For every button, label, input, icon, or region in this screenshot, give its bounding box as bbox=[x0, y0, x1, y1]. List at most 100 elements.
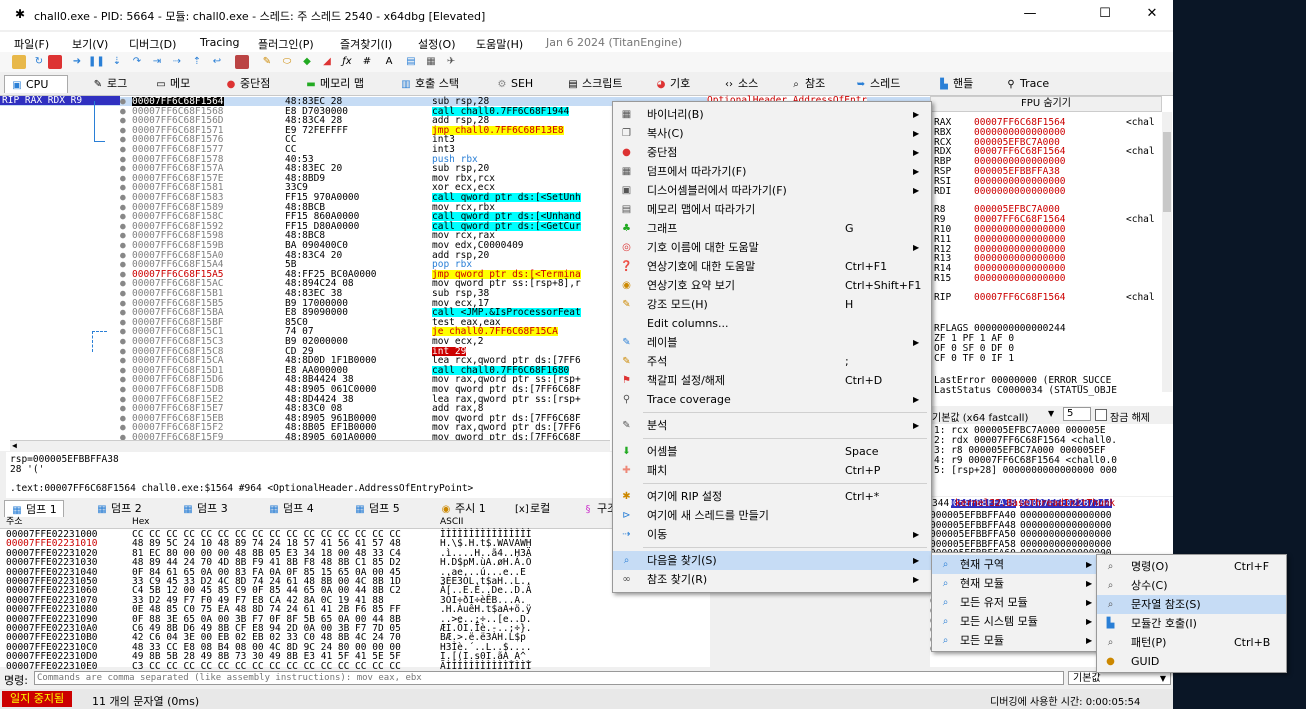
trace-into-icon[interactable]: ⇥ bbox=[150, 55, 164, 69]
context-menu-item[interactable]: ⌕ 다음을 찾기(S) ▶ bbox=[613, 551, 931, 570]
tab-notes[interactable]: ▭ 메모 bbox=[155, 75, 190, 93]
search-submenu-item[interactable]: ⌕ 현재 모듈 ▶ bbox=[932, 574, 1102, 593]
context-menu-item[interactable]: ▣ 디스어셈블러에서 따라가기(F) ▶ bbox=[613, 181, 931, 200]
registers-scroll-thumb[interactable] bbox=[1163, 132, 1171, 212]
string-search-submenu-item[interactable]: ⌕ 명령(O) Ctrl+F bbox=[1097, 557, 1286, 576]
tab-dump-5[interactable]: ▦ 덤프 5 bbox=[354, 500, 399, 518]
menu-view[interactable]: 보기(V) bbox=[72, 36, 108, 52]
menu-plugins[interactable]: 플러그인(P) bbox=[258, 36, 314, 52]
tab-dump-2[interactable]: ▦ 덤프 2 bbox=[96, 500, 141, 518]
tab-call-stack[interactable]: ▥ 호출 스택 bbox=[400, 75, 459, 93]
tab-trace[interactable]: ⚲ Trace bbox=[1005, 75, 1049, 93]
run-icon[interactable]: ➜ bbox=[70, 55, 84, 69]
context-menu-item[interactable]: Edit columns... bbox=[613, 314, 931, 333]
context-menu-item[interactable]: ▦ 바이너리(B) ▶ bbox=[613, 105, 931, 124]
run-to-user-icon[interactable]: ⇡ bbox=[190, 55, 204, 69]
tab-handles[interactable]: ▙ 핸들 bbox=[938, 75, 973, 93]
open-icon[interactable] bbox=[12, 55, 26, 69]
patches-icon[interactable] bbox=[235, 55, 249, 69]
context-menu-item[interactable]: ❐ 복사(C) ▶ bbox=[613, 124, 931, 143]
register-row[interactable]: RBP 0000000000000000 bbox=[930, 157, 1160, 167]
register-row[interactable]: RAX 00007FF6C68F1564 <chal bbox=[930, 118, 1160, 128]
dump-row[interactable]: 00007FFE022310D0 49 8B 5B 28 49 8B 73 30 … bbox=[0, 652, 710, 662]
comments-icon[interactable]: ✎ bbox=[260, 55, 274, 69]
context-menu-item[interactable]: ⬇ 어셈블 Space bbox=[613, 442, 931, 461]
context-menu-item[interactable]: ▤ 메모리 맵에서 따라가기 bbox=[613, 200, 931, 219]
horizontal-scrollbar[interactable]: ◀ bbox=[10, 440, 610, 451]
register-row[interactable]: R8 000005EFBC7A000 bbox=[930, 205, 1160, 215]
context-menu-item[interactable]: ◉ 연상기호 요약 보기 Ctrl+Shift+F1 bbox=[613, 276, 931, 295]
register-row[interactable]: R15 0000000000000000 bbox=[930, 274, 1160, 284]
stack-icon[interactable]: ▤ bbox=[404, 55, 418, 69]
context-menu-item[interactable]: ✎ 레이블 ▶ bbox=[613, 333, 931, 352]
context-menu-item[interactable]: ❓ 연상기호에 대한 도움말 Ctrl+F1 bbox=[613, 257, 931, 276]
register-row[interactable]: RCX 000005EFBC7A000 bbox=[930, 137, 1160, 147]
close-button[interactable]: ✕ bbox=[1142, 6, 1162, 24]
string-search-submenu-item[interactable]: ▙ 모듈간 호출(I) bbox=[1097, 614, 1286, 633]
string-search-submenu-item[interactable]: ⌕ 패턴(P) Ctrl+B bbox=[1097, 633, 1286, 652]
tab-cpu[interactable]: ▣ CPU bbox=[4, 75, 68, 93]
menu-file[interactable]: 파일(F) bbox=[14, 36, 49, 52]
menu-options[interactable]: 설정(O) bbox=[418, 36, 455, 52]
tab-symbols[interactable]: ◕ 기호 bbox=[655, 75, 691, 93]
search-submenu-item[interactable]: ⌕ 모든 유저 모듈 ▶ bbox=[932, 593, 1102, 612]
menu-help[interactable]: 도움말(H) bbox=[476, 36, 523, 52]
step-over-icon[interactable]: ↷ bbox=[130, 55, 144, 69]
fpu-toggle-button[interactable]: FPU 숨기기 bbox=[930, 96, 1162, 112]
log-icon[interactable]: ▦ bbox=[424, 55, 438, 69]
string-search-submenu-item[interactable]: ⌕ 문자열 참조(S) bbox=[1097, 595, 1286, 614]
register-row[interactable]: R11 0000000000000000 bbox=[930, 235, 1160, 245]
lock-checkbox[interactable] bbox=[1095, 409, 1107, 421]
minimize-button[interactable]: — bbox=[1020, 6, 1040, 24]
context-menu-item[interactable]: ✎ 주석; bbox=[613, 352, 931, 371]
context-menu-item[interactable]: ◎ 기호 이름에 대한 도움말 ▶ bbox=[613, 238, 931, 257]
functions-icon[interactable]: ◢ bbox=[320, 55, 334, 69]
tab-dump-4[interactable]: ▦ 덤프 4 bbox=[268, 500, 313, 518]
string-search-submenu-item[interactable]: ⌕ 상수(C) bbox=[1097, 576, 1286, 595]
tab-memory-map[interactable]: ▬ 메모리 맵 bbox=[305, 75, 364, 93]
maximize-button[interactable]: ☐ bbox=[1095, 6, 1115, 24]
trace-over-icon[interactable]: ⇢ bbox=[170, 55, 184, 69]
hash-icon[interactable]: # bbox=[360, 55, 374, 69]
context-menu-item[interactable]: ♣ 그래프 G bbox=[613, 219, 931, 238]
tab-script[interactable]: ▤ 스크립트 bbox=[567, 75, 622, 93]
register-row[interactable]: R14 0000000000000000 bbox=[930, 264, 1160, 274]
context-menu-item[interactable]: ✚ 패치 Ctrl+P bbox=[613, 461, 931, 480]
context-menu-item[interactable]: ✱ 여기에 RIP 설정 Ctrl+* bbox=[613, 487, 931, 506]
register-row[interactable]: RIP 00007FF6C68F1564 <chal bbox=[930, 293, 1160, 303]
tab-watch-1[interactable]: ◉ 주시 1 bbox=[440, 500, 486, 518]
context-menu-item[interactable]: ▦ 덤프에서 따라가기(F) ▶ bbox=[613, 162, 931, 181]
arg-count-spinner[interactable]: 5 bbox=[1063, 407, 1091, 421]
registers-scrollbar[interactable] bbox=[1162, 112, 1172, 392]
command-type-dropdown-icon[interactable]: ▼ bbox=[1160, 672, 1166, 686]
register-row[interactable]: RSP 000005EFBBFFA38 bbox=[930, 167, 1160, 177]
register-row[interactable]: R10 0000000000000000 bbox=[930, 225, 1160, 235]
search-submenu-item[interactable]: ⌕ 모든 시스템 모듈 ▶ bbox=[932, 612, 1102, 631]
search-submenu-item[interactable]: ⌕ 현재 구역 ▶ bbox=[932, 555, 1102, 574]
command-input[interactable] bbox=[34, 671, 1064, 685]
labels-icon[interactable]: ⬭ bbox=[280, 55, 294, 69]
context-menu-item[interactable]: ● 중단점 ▶ bbox=[613, 143, 931, 162]
menu-favourites[interactable]: 즐겨찾기(I) bbox=[340, 36, 392, 52]
stop-icon[interactable] bbox=[48, 55, 62, 69]
menu-debug[interactable]: 디버그(D) bbox=[129, 36, 176, 52]
tab-locals[interactable]: [x]로컬 bbox=[515, 500, 550, 518]
step-into-icon[interactable]: ⇣ bbox=[110, 55, 124, 69]
tab-source[interactable]: ‹› 소스 bbox=[723, 75, 758, 93]
search-submenu-item[interactable]: ⌕ 모든 모듈 ▶ bbox=[932, 631, 1102, 650]
pause-icon[interactable]: ❚❚ bbox=[88, 55, 105, 69]
context-menu-item[interactable]: ∞ 참조 찾기(R) ▶ bbox=[613, 570, 931, 589]
scroll-left-icon[interactable]: ◀ bbox=[12, 441, 17, 450]
tab-threads[interactable]: ➥ 스레드 bbox=[855, 75, 901, 93]
register-row[interactable]: R13 0000000000000000 bbox=[930, 254, 1160, 264]
context-menu-item[interactable]: ✎ 분석 ▶ bbox=[613, 416, 931, 435]
run-to-return-icon[interactable]: ↩ bbox=[210, 55, 224, 69]
restart-icon[interactable]: ↻ bbox=[32, 55, 46, 69]
font-icon[interactable]: A bbox=[382, 55, 396, 69]
context-menu-item[interactable]: ⚲ Trace coverage ▶ bbox=[613, 390, 931, 409]
register-row[interactable]: RDI 0000000000000000 bbox=[930, 186, 1160, 196]
register-row[interactable]: R12 0000000000000000 bbox=[930, 244, 1160, 254]
hex-dump-view[interactable]: 주소 Hex ASCII 00007FFE02231000 CC CC CC CC… bbox=[0, 517, 710, 671]
register-row[interactable]: R9 00007FF6C68F1564 <chal bbox=[930, 215, 1160, 225]
context-menu-item[interactable]: ⇢ 이동 ▶ bbox=[613, 525, 931, 544]
